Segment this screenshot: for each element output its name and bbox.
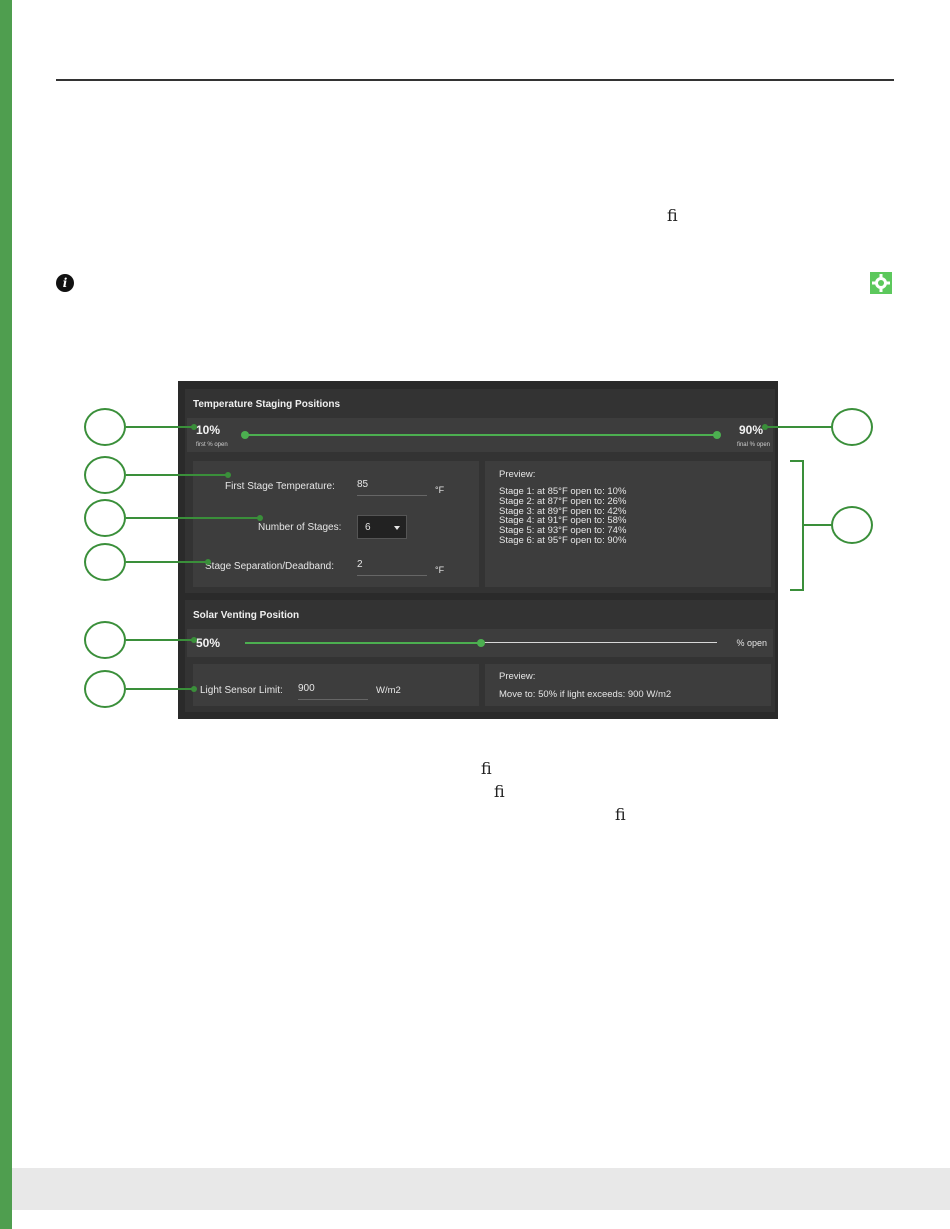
- first-open-value: 10%: [196, 423, 221, 437]
- final-open-slider-handle[interactable]: [713, 431, 721, 439]
- solar-position-fill: [245, 642, 481, 644]
- solar-preview-box: Preview: Move to: 50% if light exceeds: …: [485, 664, 771, 706]
- first-stage-temp-label: First Stage Temperature:: [225, 481, 335, 492]
- solar-preview-title: Preview:: [499, 671, 536, 682]
- first-stage-temp-unit: °F: [435, 485, 445, 495]
- temperature-section-title: Temperature Staging Positions: [193, 399, 341, 410]
- callout-circle: [84, 670, 126, 708]
- temperature-staging-section: Temperature Staging Positions 10% first …: [185, 389, 775, 593]
- callout-leader: [126, 639, 194, 641]
- preview-line: Stage 6: at 95°F open to: 90%: [499, 534, 627, 546]
- gear-icon: [870, 272, 892, 294]
- callout-circle: [84, 543, 126, 581]
- callout-dot: [762, 424, 768, 430]
- solar-section-title: Solar Venting Position: [193, 610, 300, 621]
- staging-range-fill: [245, 434, 717, 436]
- callout-dot: [191, 637, 197, 643]
- num-stages-label: Number of Stages:: [258, 522, 342, 533]
- first-open-slider-handle[interactable]: [241, 431, 249, 439]
- stage-separation-label: Stage Separation/Deadband:: [205, 561, 334, 572]
- ligature-glyph: ﬁ: [494, 782, 505, 801]
- callout-circle: [84, 499, 126, 537]
- ligature-glyph: ﬁ: [615, 805, 626, 824]
- stage-separation-input[interactable]: 2: [357, 556, 427, 576]
- chevron-down-icon: [394, 526, 400, 530]
- light-sensor-box: Light Sensor Limit: 900 W/m2: [193, 664, 479, 706]
- callout-leader: [126, 426, 194, 428]
- staging-preview-list: Stage 1: at 85°F open to: 10% Stage 2: a…: [499, 487, 626, 546]
- callout-circle: [84, 408, 126, 446]
- staging-range-row: 10% first % open 90% final % open: [187, 418, 773, 452]
- ligature-glyph: ﬁ: [667, 206, 678, 225]
- solar-position-value: 50%: [196, 636, 221, 650]
- callout-dot: [205, 559, 211, 565]
- callout-leader: [126, 688, 194, 690]
- staging-preview-box: Preview: Stage 1: at 85°F open to: 10% S…: [485, 461, 771, 587]
- final-open-label: final % open: [736, 442, 770, 448]
- callout-dot: [191, 686, 197, 692]
- controller-screenshot: Temperature Staging Positions 10% first …: [178, 381, 778, 719]
- callout-leader: [126, 561, 208, 563]
- callout-leader: [764, 426, 832, 428]
- ligature-glyph: ﬁ: [481, 759, 492, 778]
- solar-position-slider-handle[interactable]: [477, 639, 485, 647]
- callout-circle: [84, 621, 126, 659]
- callout-dot: [191, 424, 197, 430]
- callout-dot: [257, 515, 263, 521]
- num-stages-dropdown[interactable]: 6: [357, 515, 407, 539]
- staging-settings-box: First Stage Temperature: 85 °F Number of…: [193, 461, 479, 587]
- solar-preview-text: Move to: 50% if light exceeds: 900 W/m2: [499, 689, 672, 700]
- footer-band: [12, 1168, 950, 1210]
- light-sensor-label: Light Sensor Limit:: [200, 685, 283, 696]
- left-accent-bar: [0, 0, 12, 1229]
- callout-leader: [126, 517, 260, 519]
- callout-circle: [831, 408, 873, 446]
- callout-leader: [804, 524, 832, 526]
- preview-bracket: [790, 460, 804, 591]
- final-open-value: 90%: [738, 423, 763, 437]
- callout-dot: [225, 472, 231, 478]
- info-icon: i: [56, 274, 74, 292]
- callout-leader: [126, 474, 228, 476]
- callout-circle: [831, 506, 873, 544]
- first-stage-temp-input[interactable]: 85: [357, 476, 427, 496]
- light-sensor-input[interactable]: 900: [298, 680, 368, 700]
- solar-position-unit: % open: [736, 638, 767, 648]
- header-rule: [56, 79, 894, 81]
- callout-circle: [84, 456, 126, 494]
- solar-position-row: 50% % open: [187, 629, 773, 657]
- solar-venting-section: Solar Venting Position 50% % open Light …: [185, 600, 775, 712]
- stage-separation-unit: °F: [435, 565, 445, 575]
- first-open-label: first % open: [196, 442, 228, 448]
- staging-preview-title: Preview:: [499, 469, 536, 480]
- light-sensor-unit: W/m2: [376, 685, 401, 696]
